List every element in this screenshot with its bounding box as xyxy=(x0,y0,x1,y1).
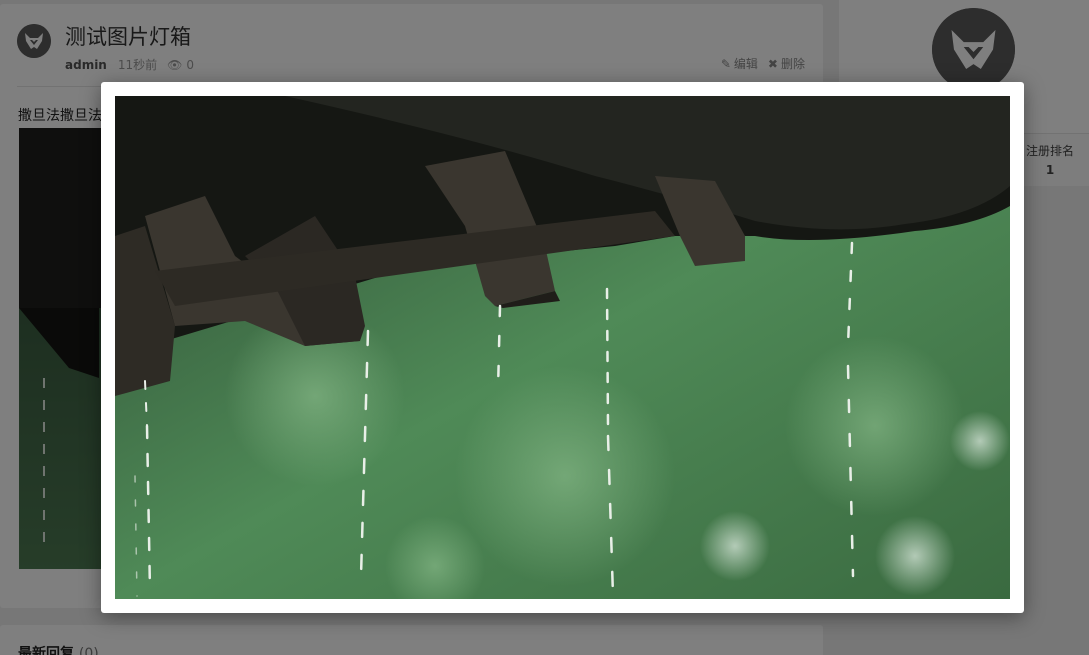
rain-eaves-photo xyxy=(115,96,1010,599)
lightbox-image[interactable] xyxy=(115,96,1010,599)
lightbox-modal xyxy=(101,82,1024,613)
